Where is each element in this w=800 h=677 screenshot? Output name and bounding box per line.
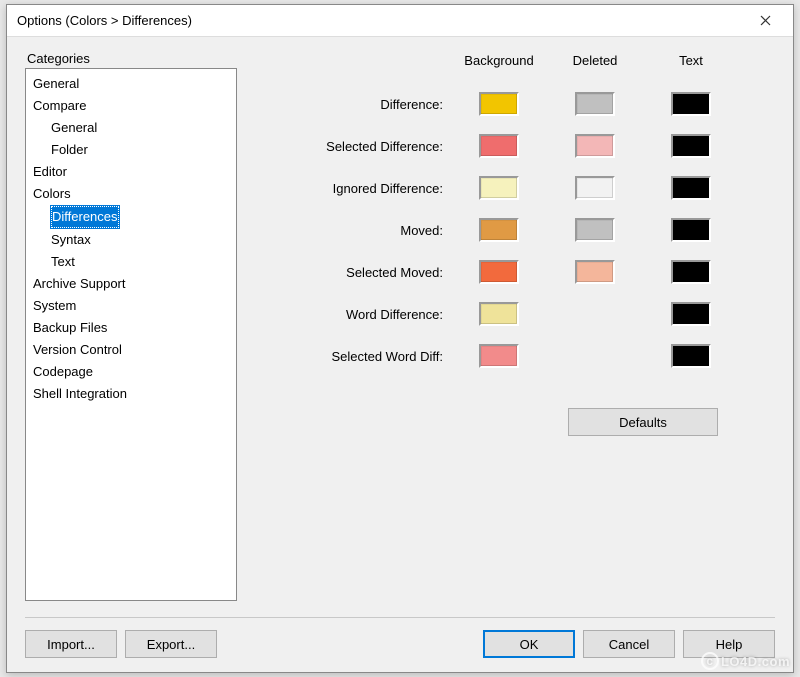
column-header-background: Background: [451, 53, 547, 68]
row-label: Selected Difference:: [255, 139, 451, 154]
color-swatch-background[interactable]: [479, 176, 519, 200]
options-dialog: Options (Colors > Differences) Categorie…: [6, 4, 794, 673]
color-swatch-text[interactable]: [671, 92, 711, 116]
tree-item-backup-files[interactable]: Backup Files: [32, 317, 108, 339]
defaults-button[interactable]: Defaults: [568, 408, 718, 436]
tree-item-version-control[interactable]: Version Control: [32, 339, 123, 361]
row-label: Word Difference:: [255, 307, 451, 322]
row-label: Difference:: [255, 97, 451, 112]
tree-item-editor[interactable]: Editor: [32, 161, 68, 183]
color-swatch-deleted[interactable]: [575, 218, 615, 242]
row-label: Selected Word Diff:: [255, 349, 451, 364]
color-swatch-deleted[interactable]: [575, 176, 615, 200]
color-swatch-text[interactable]: [671, 344, 711, 368]
close-button[interactable]: [745, 7, 785, 35]
dialog-content: Categories GeneralCompareGeneralFolderEd…: [7, 37, 793, 672]
tree-item-general[interactable]: General: [32, 73, 80, 95]
dialog-button-row: Import... Export... OK Cancel Help: [25, 630, 775, 658]
colors-grid: Background Deleted Text Difference: Selec…: [255, 53, 775, 436]
color-swatch-text[interactable]: [671, 218, 711, 242]
row-label: Selected Moved:: [255, 265, 451, 280]
main-area: Categories GeneralCompareGeneralFolderEd…: [25, 51, 775, 601]
tree-item-syntax[interactable]: Syntax: [50, 229, 92, 251]
tree-item-colors[interactable]: Colors: [32, 183, 72, 205]
color-swatch-background[interactable]: [479, 302, 519, 326]
color-swatch-background[interactable]: [479, 134, 519, 158]
color-swatch-deleted[interactable]: [575, 134, 615, 158]
tree-item-compare[interactable]: Compare: [32, 95, 87, 117]
window-title: Options (Colors > Differences): [17, 13, 745, 28]
categories-panel: Categories GeneralCompareGeneralFolderEd…: [25, 51, 237, 601]
color-swatch-text[interactable]: [671, 260, 711, 284]
column-header-deleted: Deleted: [547, 53, 643, 68]
help-button[interactable]: Help: [683, 630, 775, 658]
import-button[interactable]: Import...: [25, 630, 117, 658]
tree-item-folder[interactable]: Folder: [50, 139, 89, 161]
tree-item-archive-support[interactable]: Archive Support: [32, 273, 127, 295]
export-button[interactable]: Export...: [125, 630, 217, 658]
color-swatch-background[interactable]: [479, 218, 519, 242]
color-settings-panel: Background Deleted Text Difference: Selec…: [255, 51, 775, 601]
tree-item-shell-integration[interactable]: Shell Integration: [32, 383, 128, 405]
close-icon: [760, 15, 771, 26]
color-swatch-text[interactable]: [671, 176, 711, 200]
column-header-text: Text: [643, 53, 739, 68]
tree-item-text[interactable]: Text: [50, 251, 76, 273]
cancel-button[interactable]: Cancel: [583, 630, 675, 658]
row-label: Ignored Difference:: [255, 181, 451, 196]
categories-tree[interactable]: GeneralCompareGeneralFolderEditorColorsD…: [25, 68, 237, 601]
tree-item-differences[interactable]: Differences: [51, 206, 119, 228]
divider: [25, 617, 775, 618]
color-swatch-background[interactable]: [479, 344, 519, 368]
categories-label: Categories: [25, 51, 237, 66]
color-swatch-background[interactable]: [479, 260, 519, 284]
titlebar: Options (Colors > Differences): [7, 5, 793, 37]
tree-item-system[interactable]: System: [32, 295, 77, 317]
color-swatch-background[interactable]: [479, 92, 519, 116]
tree-item-general[interactable]: General: [50, 117, 98, 139]
color-swatch-text[interactable]: [671, 302, 711, 326]
ok-button[interactable]: OK: [483, 630, 575, 658]
color-swatch-text[interactable]: [671, 134, 711, 158]
color-swatch-deleted[interactable]: [575, 260, 615, 284]
row-label: Moved:: [255, 223, 451, 238]
color-swatch-deleted[interactable]: [575, 92, 615, 116]
tree-item-codepage[interactable]: Codepage: [32, 361, 94, 383]
